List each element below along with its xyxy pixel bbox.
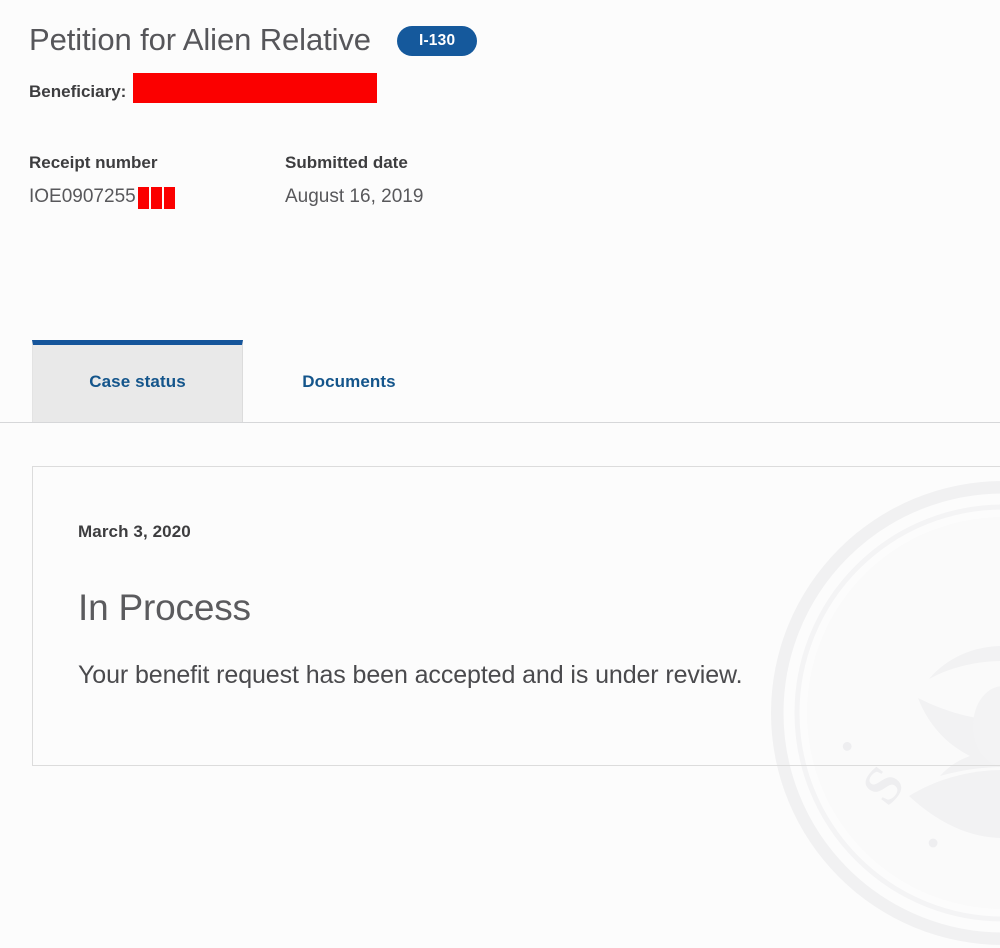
beneficiary-redaction-bar — [133, 73, 378, 103]
case-status-card: March 3, 2020 In Process Your benefit re… — [32, 466, 1000, 766]
case-meta-fields: Receipt number IOE0907255 Submitted date… — [29, 153, 424, 209]
receipt-number-label: Receipt number — [29, 153, 158, 172]
form-type-badge: I-130 — [396, 25, 478, 57]
tab-documents-label: Documents — [302, 371, 396, 391]
status-description: Your benefit request has been accepted a… — [78, 661, 743, 689]
beneficiary-label: Beneficiary: — [29, 81, 127, 101]
status-date: March 3, 2020 — [78, 522, 191, 541]
submitted-date-label: Submitted date — [285, 153, 408, 172]
submitted-date-field: Submitted date August 16, 2019 — [285, 153, 424, 209]
tab-case-status[interactable]: Case status — [32, 340, 243, 422]
title-row: Petition for Alien Relative I-130 — [29, 22, 478, 58]
tab-case-status-label: Case status — [89, 371, 186, 391]
submitted-date-value: August 16, 2019 — [285, 185, 424, 207]
receipt-number-field: Receipt number IOE0907255 — [29, 153, 285, 209]
tab-bar: Case status Documents — [0, 340, 1000, 423]
receipt-number-text: IOE0907255 — [29, 186, 136, 208]
svg-text:.: . — [900, 804, 948, 860]
status-heading: In Process — [78, 587, 251, 628]
page-title: Petition for Alien Relative — [29, 22, 371, 57]
beneficiary-row: Beneficiary: — [29, 73, 378, 106]
receipt-number-value: IOE0907255 — [29, 186, 285, 209]
tab-documents[interactable]: Documents — [245, 345, 453, 422]
tab-bar-divider — [0, 422, 1000, 423]
case-status-card-body: March 3, 2020 In Process Your benefit re… — [33, 467, 1000, 690]
receipt-number-redaction-bar — [137, 186, 175, 209]
